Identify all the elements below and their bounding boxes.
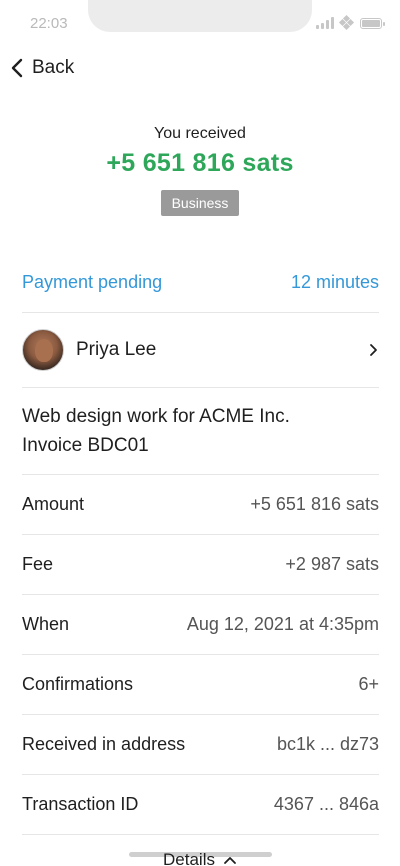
detail-label: Fee (22, 554, 54, 574)
contact-name: Priya Lee (76, 339, 157, 360)
received-caption: You received (154, 125, 246, 142)
detail-row-fee: Fee +2 987 sats (22, 535, 379, 595)
payment-status: Payment pending (22, 272, 163, 292)
status-time: 22:03 (30, 15, 68, 32)
detail-row-confirmations: Confirmations 6+ (22, 655, 379, 715)
detail-label: Transaction ID (22, 794, 139, 814)
chevron-up-icon (224, 857, 236, 864)
memo-text: Web design work for ACME Inc. Invoice BD… (22, 406, 290, 456)
detail-label: Amount (22, 494, 85, 514)
device-notch (88, 0, 312, 32)
payment-status-row: Payment pending 12 minutes (22, 253, 379, 313)
received-amount: +5 651 816 sats (106, 149, 294, 177)
detail-row-transaction-id[interactable]: Transaction ID 4367 ... 846a (22, 775, 379, 835)
signal-icon (316, 17, 334, 29)
detail-value: 4367 ... 846a (273, 794, 379, 814)
status-icons (316, 14, 385, 31)
detail-value: +2 987 sats (285, 554, 379, 574)
chevron-left-icon (11, 58, 23, 78)
status-bar: 22:03 (0, 0, 400, 40)
contact-row[interactable]: Priya Lee (22, 313, 379, 388)
back-label: Back (32, 57, 75, 78)
detail-label: Confirmations (22, 674, 134, 694)
category-badge: Business (160, 190, 240, 216)
avatar (22, 329, 64, 371)
battery-icon (360, 17, 385, 29)
detail-value: bc1k ... dz73 (276, 734, 379, 754)
network-icon (338, 14, 355, 31)
payment-elapsed-time: 12 minutes (290, 272, 379, 292)
detail-label: When (22, 614, 70, 634)
memo-row: Web design work for ACME Inc. Invoice BD… (22, 388, 379, 475)
detail-row-when: When Aug 12, 2021 at 4:35pm (22, 595, 379, 655)
detail-value: Aug 12, 2021 at 4:35pm (186, 614, 379, 634)
detail-value: 6+ (358, 674, 379, 694)
detail-label: Received in address (22, 734, 186, 754)
details-toggle-button[interactable]: Details (0, 846, 400, 866)
contact-info: Priya Lee (22, 329, 156, 371)
chevron-right-icon (370, 344, 377, 356)
detail-row-amount: Amount +5 651 816 sats (22, 475, 379, 535)
detail-row-address[interactable]: Received in address bc1k ... dz73 (22, 715, 379, 775)
details-toggle-label: Details (163, 850, 215, 866)
transaction-header: You received +5 651 816 sats Business (0, 125, 400, 216)
back-button[interactable]: Back (10, 53, 74, 83)
detail-value: +5 651 816 sats (250, 494, 379, 514)
